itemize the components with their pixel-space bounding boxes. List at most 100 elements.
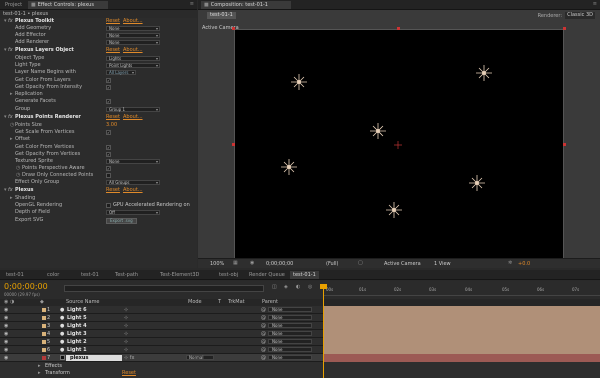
effect-plexus-toolkit[interactable]: ▾ fx Plexus Toolkit Reset About...: [0, 18, 196, 25]
label-color-swatch[interactable]: [42, 332, 46, 336]
object-type-dropdown[interactable]: Lights: [106, 56, 160, 61]
layer-name[interactable]: Light 1: [67, 346, 87, 354]
layer-duration-bar[interactable]: [324, 346, 600, 354]
group-dropdown[interactable]: Group 1: [106, 107, 160, 112]
opengl-checkbox[interactable]: [106, 203, 111, 208]
fx-icon[interactable]: fx: [8, 114, 13, 121]
layer-name[interactable]: Light 2: [67, 338, 87, 346]
camera-dropdown[interactable]: Active Camera: [384, 261, 421, 267]
pickwhip-icon[interactable]: @: [261, 338, 266, 346]
reset-link[interactable]: Reset: [106, 18, 120, 25]
pickwhip-icon[interactable]: @: [261, 346, 266, 354]
layer-name[interactable]: Light 6: [67, 306, 87, 314]
effect-plexus-layers-object[interactable]: ▾ fx Plexus Layers Object Reset About...: [0, 47, 196, 54]
timeline-tab-active[interactable]: test-01-1: [290, 271, 319, 279]
lock-icon[interactable]: ■: [204, 2, 209, 8]
label-color-swatch[interactable]: [42, 356, 46, 360]
add-geometry-dropdown[interactable]: None: [106, 26, 160, 31]
textured-sprite-dropdown[interactable]: None: [106, 159, 160, 164]
layer-duration-bar[interactable]: [324, 338, 600, 346]
t-header[interactable]: T: [218, 299, 221, 306]
grid-icon[interactable]: ▦: [233, 260, 238, 266]
collapse-switch-icon[interactable]: ⊹: [124, 346, 128, 354]
label-color-swatch[interactable]: [42, 348, 46, 352]
panel-menu-icon[interactable]: ≡: [593, 1, 597, 7]
label-color-swatch[interactable]: [42, 316, 46, 320]
label-color-swatch[interactable]: [42, 324, 46, 328]
layer-name[interactable]: Light 3: [67, 330, 87, 338]
tab-composition[interactable]: ■ Composition: test-01-1: [201, 1, 291, 9]
tab-project[interactable]: Project: [2, 1, 25, 9]
renderer-value[interactable]: Classic 3D: [565, 12, 595, 19]
visibility-icon[interactable]: ◉: [4, 306, 8, 314]
fx-icon[interactable]: fx: [8, 47, 13, 54]
layer-duration-bar[interactable]: [324, 306, 600, 314]
reset-link[interactable]: Reset: [106, 47, 120, 54]
pickwhip-icon[interactable]: @: [261, 306, 266, 314]
panel-menu-icon[interactable]: ≡: [190, 1, 194, 7]
parent-dropdown[interactable]: None: [268, 331, 312, 336]
perspective-checkbox[interactable]: ✓: [106, 166, 111, 171]
layer-row[interactable]: ◉ 4 ● Light 3 ⊹ @ None: [0, 330, 600, 338]
layer-row-selected[interactable]: ◉ 7 plexus ⊹ fx Normal @ None: [0, 354, 600, 362]
scale-vertices-checkbox[interactable]: ✓: [106, 130, 111, 135]
blend-mode-dropdown[interactable]: Normal: [186, 355, 214, 360]
playhead-handle[interactable]: [320, 284, 327, 289]
disclosure-triangle-icon[interactable]: ▾: [4, 114, 7, 121]
bounds-handle[interactable]: [563, 143, 566, 146]
get-color-vertices-checkbox[interactable]: ✓: [106, 145, 111, 150]
motion-blur-icon[interactable]: ◎: [308, 284, 312, 290]
reset-link[interactable]: Reset: [106, 114, 120, 121]
visibility-icon[interactable]: ◉: [4, 338, 8, 346]
disclosure-triangle-icon[interactable]: ▸: [38, 369, 41, 377]
mode-header[interactable]: Mode: [188, 299, 202, 306]
stopwatch-icon[interactable]: ◷: [16, 172, 20, 179]
visibility-icon[interactable]: ◉: [4, 354, 8, 362]
timeline-tab[interactable]: Test-path: [112, 271, 141, 279]
collapse-switch-icon[interactable]: ⊹: [124, 306, 128, 314]
layer-duration-bar[interactable]: [324, 330, 600, 338]
layer-search-input[interactable]: [64, 285, 264, 292]
shading-row[interactable]: ▸ Shading: [0, 195, 196, 202]
pickwhip-icon[interactable]: @: [261, 330, 266, 338]
get-color-checkbox[interactable]: ✓: [106, 78, 111, 83]
exposure-icon[interactable]: ✲: [508, 260, 512, 266]
layer-row[interactable]: ◉ 3 ● Light 4 ⊹ @ None: [0, 322, 600, 330]
disclosure-triangle-icon[interactable]: ▸: [10, 91, 13, 98]
collapse-switch-icon[interactable]: ⊹: [124, 338, 128, 346]
pickwhip-icon[interactable]: @: [261, 314, 266, 322]
reset-link[interactable]: Reset: [106, 187, 120, 194]
points-size-value[interactable]: 3.00: [106, 122, 117, 129]
export-svg-button[interactable]: Export .svg: [106, 218, 137, 224]
add-effector-dropdown[interactable]: None: [106, 33, 160, 38]
region-icon[interactable]: ▢: [358, 260, 363, 266]
disclosure-triangle-icon[interactable]: ▸: [10, 136, 13, 143]
layer-name[interactable]: Light 4: [67, 322, 87, 330]
about-link[interactable]: About...: [123, 114, 143, 121]
timeline-tab[interactable]: Test-Element3D: [157, 271, 202, 279]
get-opacity-vertices-checkbox[interactable]: ✓: [106, 152, 111, 157]
layer-name[interactable]: plexus: [70, 354, 88, 362]
stopwatch-icon[interactable]: ◷: [10, 122, 14, 129]
light-type-dropdown[interactable]: Point Lights: [106, 63, 160, 68]
current-time[interactable]: 0;00;00;00: [266, 261, 293, 267]
playhead[interactable]: [323, 284, 324, 378]
layer-row[interactable]: ◉ 5 ● Light 2 ⊹ @ None: [0, 338, 600, 346]
effect-plexus-points-renderer[interactable]: ▾ fx Plexus Points Renderer Reset About..…: [0, 114, 196, 121]
visibility-icon[interactable]: ◉: [4, 330, 8, 338]
bounds-handle[interactable]: [232, 27, 235, 30]
about-link[interactable]: About...: [123, 18, 143, 25]
generate-facets-checkbox[interactable]: ✓: [106, 99, 111, 104]
stopwatch-icon[interactable]: ◷: [16, 165, 20, 172]
layer-name-input[interactable]: All Layers: [106, 70, 136, 75]
close-icon[interactable]: ■: [31, 2, 36, 8]
about-link[interactable]: About...: [123, 187, 143, 194]
comp-canvas[interactable]: [234, 29, 564, 259]
disclosure-triangle-icon[interactable]: ▸: [10, 195, 13, 202]
layer-duration-bar[interactable]: [324, 354, 600, 362]
timeline-tab[interactable]: Render Queue: [246, 271, 288, 279]
shy-icon[interactable]: ◐: [296, 284, 300, 290]
exposure-value[interactable]: +0.0: [518, 261, 530, 267]
about-link[interactable]: About...: [123, 47, 143, 54]
comp-mini-flowchart-icon[interactable]: ◫: [272, 284, 277, 290]
